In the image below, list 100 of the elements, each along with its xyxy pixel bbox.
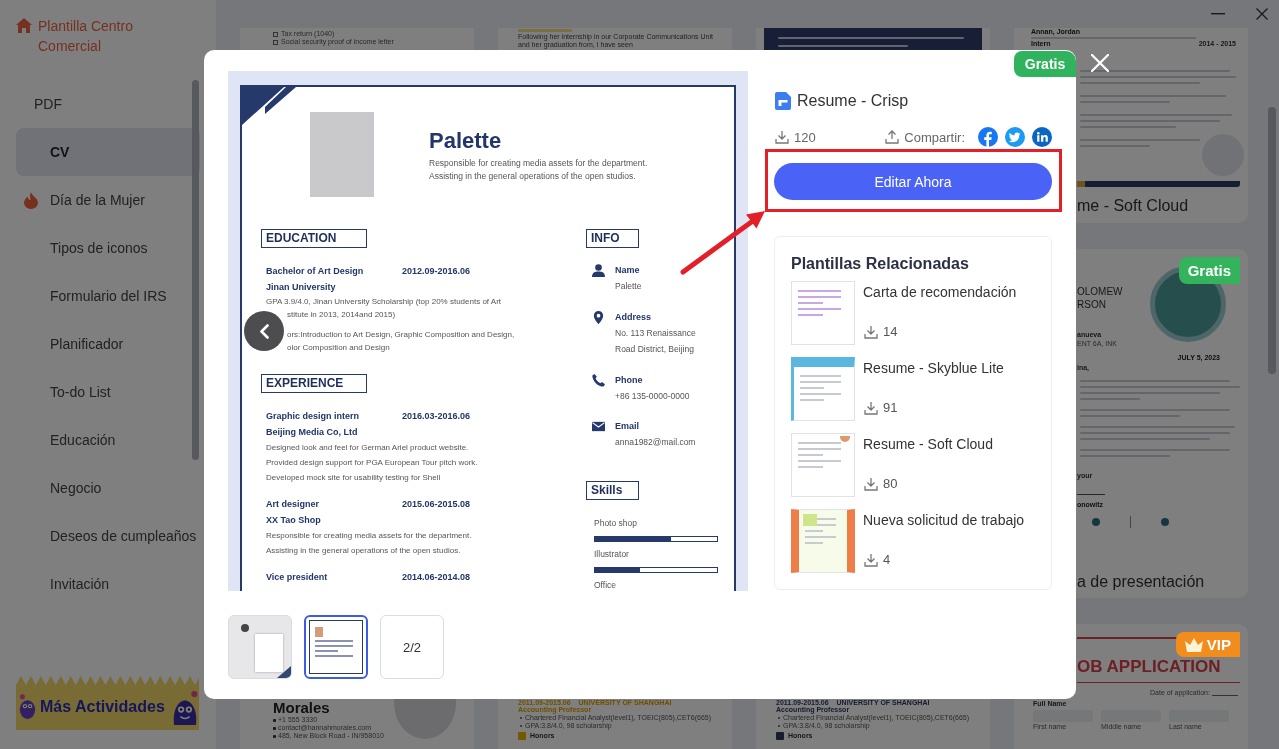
sidebar-item[interactable]: Deseos de cumpleaños: [16, 512, 200, 560]
info-label: Name: [615, 264, 640, 277]
sidebar-item[interactable]: Invitación: [16, 560, 200, 608]
sidebar-item[interactable]: CV: [16, 128, 200, 176]
dot-icon: [1092, 518, 1100, 526]
skill-name: Illustrator: [594, 547, 629, 561]
panel-title: Plantillas Relacionadas: [791, 254, 969, 274]
entry-title: Art designer: [266, 497, 320, 511]
sidebar-item[interactable]: PDF: [16, 80, 200, 128]
sidebar-item[interactable]: Planificador: [16, 320, 200, 368]
chevron-left-icon: [259, 323, 269, 339]
template-name[interactable]: Resume - Soft Cloud: [863, 435, 993, 453]
template-name[interactable]: Resume - Skyblue Lite: [863, 359, 1004, 377]
summary-text: Assisting in the general operations of the open studios.: [429, 170, 636, 183]
minimize-icon[interactable]: [1211, 13, 1225, 15]
organization-name: XX Tao Shop: [265, 513, 321, 527]
person-icon: [592, 264, 605, 277]
home-icon: [16, 18, 32, 33]
photo-placeholder: [394, 699, 456, 739]
close-icon[interactable]: [1256, 8, 1268, 20]
date-range: 2016.03-2016.06: [402, 409, 471, 423]
section-heading: EDUCATION: [261, 229, 367, 248]
section-heading: Skills: [586, 480, 639, 500]
document-icon: [775, 92, 791, 110]
date-range: 2012.09-2016.06: [402, 265, 471, 278]
sidebar-item[interactable]: Formulario del IRS: [16, 272, 200, 320]
dot-icon: [1161, 518, 1169, 526]
email-icon: [592, 420, 605, 433]
sidebar-item[interactable]: Día de la Mujer: [16, 176, 200, 224]
info-value: anna1982@mail.com: [615, 436, 696, 449]
organization-name: Jinan University: [265, 281, 336, 294]
download-count: 80: [883, 476, 898, 492]
info-value: Palette: [615, 280, 642, 293]
promo-banner[interactable]: Más Actividades: [16, 676, 199, 730]
info-value: No. 113 Renaissance Road District, Beijing: [615, 326, 696, 356]
form-heading: OB APPLICATION: [1076, 657, 1222, 677]
template-name[interactable]: Carta de recomendación: [863, 283, 1017, 301]
download-count: 4: [883, 552, 891, 568]
facebook-icon[interactable]: [978, 127, 998, 147]
sidebar-item[interactable]: Negocio: [16, 464, 200, 512]
description-line: Designed look and feel for German Ariel product website.: [265, 441, 469, 454]
description-line: stitute in 2013, 2014and 2015): [287, 309, 396, 321]
description-line: olor Composition and Design: [287, 341, 390, 354]
download-count: 14: [883, 324, 898, 340]
location-pin-icon: [592, 310, 605, 324]
description-line: Assisting in the general operations of the open studios.: [265, 544, 461, 557]
edit-now-button[interactable]: Editar Ahora: [774, 163, 1052, 200]
description-line: Responsible for creating media assets for the department.: [265, 529, 472, 542]
description-line: Developed mock site for usability testing for Shell: [265, 471, 441, 484]
download-count: 91: [883, 400, 898, 416]
sidebar-item[interactable]: To-do List: [16, 368, 200, 416]
info-label: Email: [615, 420, 639, 433]
download-icon: [775, 130, 789, 144]
signature-line: [1077, 494, 1105, 495]
download-icon: [864, 477, 878, 491]
section-heading: INFO: [586, 229, 639, 248]
template-title: Resume - Crisp: [797, 92, 909, 110]
entry-title: Bachelor of Art Design: [266, 265, 365, 278]
download-icon: [864, 553, 878, 567]
sidebar-item[interactable]: Tipos de iconos: [16, 224, 200, 272]
scrollbar-thumb[interactable]: [1268, 107, 1276, 374]
tier-badge: Gratis: [1178, 257, 1240, 284]
app-title[interactable]: Plantilla Centro Comercial: [38, 16, 162, 56]
entry-title: Graphic design intern: [266, 409, 360, 423]
letter-name: OLOMEW: [1077, 285, 1123, 298]
skill-name: Office: [594, 578, 617, 591]
share-label: Compartir:: [904, 129, 965, 145]
phone-icon: [592, 373, 605, 387]
sidebar-item[interactable]: Educación: [16, 416, 200, 464]
fire-icon: [24, 191, 38, 209]
highlight-bar: [518, 29, 572, 32]
info-value: +86 135-0000-0000: [615, 389, 690, 403]
free-badge: Gratis: [1014, 51, 1076, 77]
crown-icon: [1184, 637, 1203, 652]
resume-name: Palette: [429, 128, 502, 154]
description-line: Provided design support for PGA European Tour pitch work.: [265, 456, 478, 469]
download-icon: [864, 401, 878, 415]
section-heading: EXPERIENCE: [261, 373, 367, 393]
fill-in-line: [1211, 695, 1238, 696]
page-counter: 2/2: [380, 615, 444, 679]
download-count: 120: [794, 129, 816, 145]
info-label: Phone: [615, 373, 643, 387]
date-range: 2014.06-2014.08: [402, 570, 471, 584]
creature-icon: [19, 694, 36, 720]
tier-badge: VIP: [1175, 632, 1240, 657]
info-label: Address: [615, 310, 651, 324]
template-thumbnail[interactable]: [791, 357, 855, 421]
twitter-icon[interactable]: [1005, 127, 1025, 147]
date-range: 2015.06-2015.08: [402, 497, 471, 511]
entry-title: Vice president: [266, 570, 329, 584]
description-line: ors:Introduction to Art Design, Graphic Composition and Design,: [287, 328, 515, 341]
square-icon: [776, 731, 784, 740]
page-thumbnail[interactable]: [304, 615, 368, 679]
description-line: GPA 3.9/4.0, Jinan University Scholarship (top 20% students of Art: [265, 296, 502, 308]
summary-text: Responsible for creating media assets for the department.: [429, 157, 648, 170]
letter-name: RSON: [1077, 298, 1107, 311]
scrollbar-thumb[interactable]: [192, 80, 199, 460]
organization-name: Beijing Media Co, Ltd: [265, 425, 358, 439]
share-icon[interactable]: [885, 130, 900, 144]
linkedin-icon[interactable]: [1032, 127, 1052, 147]
